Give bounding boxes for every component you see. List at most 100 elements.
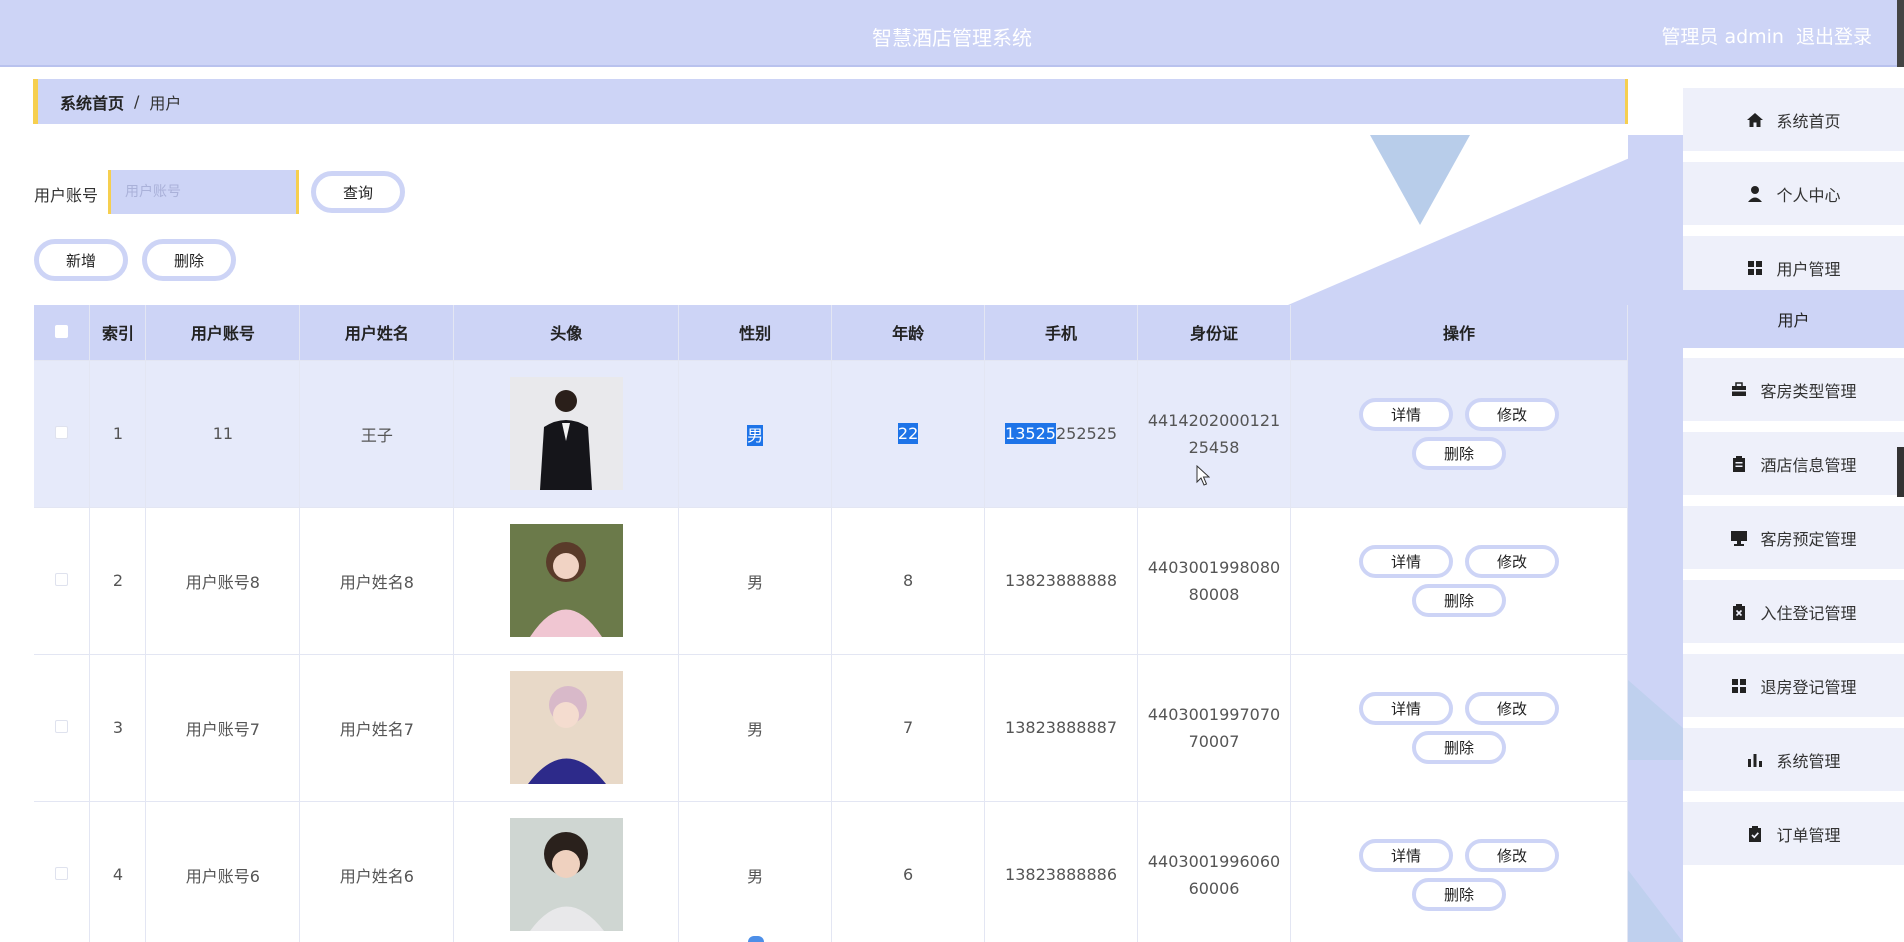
- account-cell: 用户账号7: [145, 654, 301, 802]
- sidebar-item-label: 客房预定管理: [1760, 529, 1857, 549]
- sidebar-item-checkout[interactable]: 退房登记管理: [1683, 654, 1904, 717]
- delete-row-button[interactable]: 删除: [1412, 436, 1506, 470]
- delete-button[interactable]: 删除: [142, 239, 236, 281]
- gender-cell: 男: [678, 507, 833, 655]
- table-row: 1 11 王子 男 22 13525252525 441420200012125…: [34, 360, 1628, 508]
- search-label: 用户账号: [34, 186, 99, 205]
- query-button[interactable]: 查询: [311, 171, 405, 213]
- column-header: 手机: [984, 305, 1139, 361]
- scrollbar[interactable]: [1897, 0, 1904, 67]
- search-input[interactable]: [108, 170, 299, 214]
- row-checkbox[interactable]: [55, 573, 69, 586]
- delete-row-button[interactable]: 删除: [1412, 730, 1506, 764]
- avatar-cell: [453, 654, 680, 802]
- row-checkbox-cell[interactable]: [34, 801, 91, 942]
- decorative-triangle: [1288, 135, 1683, 305]
- name-cell: 用户姓名6: [299, 801, 455, 942]
- add-button[interactable]: 新增: [34, 239, 128, 281]
- phone-cell: 13823888887: [984, 654, 1139, 802]
- account-cell: 用户账号6: [145, 801, 301, 942]
- row-checkbox[interactable]: [55, 426, 69, 439]
- delete-row-button[interactable]: 删除: [1412, 583, 1506, 617]
- sidebar-item-home[interactable]: 系统首页: [1683, 88, 1904, 151]
- header-user-area: 管理员 admin 退出登录: [1661, 22, 1872, 49]
- sidebar-item-room-booking[interactable]: 客房预定管理: [1683, 506, 1904, 569]
- idcard-cell: 441420200012125458: [1137, 360, 1292, 508]
- monitor-icon: [1731, 530, 1748, 546]
- idcard-value: 440300199808080008: [1147, 557, 1281, 604]
- sidebar-item-label: 订单管理: [1776, 825, 1841, 845]
- edit-button[interactable]: 修改: [1465, 544, 1559, 578]
- avatar-cell: [453, 801, 680, 942]
- row-checkbox-cell[interactable]: [34, 654, 91, 802]
- top-header: 智慧酒店管理系统 管理员 admin 退出登录: [0, 0, 1904, 67]
- sidebar-item-checkin[interactable]: 入住登记管理: [1683, 580, 1904, 643]
- account-cell: 11: [145, 360, 301, 508]
- detail-button[interactable]: 详情: [1359, 544, 1453, 578]
- account-cell: 用户账号8: [145, 507, 301, 655]
- column-header: 操作: [1290, 305, 1628, 361]
- edit-button[interactable]: 修改: [1465, 691, 1559, 725]
- bar-chart-icon: [1748, 753, 1763, 767]
- user-icon: [1748, 185, 1763, 202]
- name-cell: 王子: [299, 360, 455, 508]
- idcard-value: 440300199606060006: [1147, 851, 1281, 898]
- admin-label: 管理员 admin: [1661, 26, 1784, 48]
- idcard-value: 441420200012125458: [1147, 410, 1281, 457]
- avatar: [509, 524, 623, 637]
- scrollbar-thumb[interactable]: [1897, 447, 1904, 497]
- idcard-cell: 440300199606060006: [1137, 801, 1292, 942]
- detail-button[interactable]: 详情: [1359, 838, 1453, 872]
- avatar-cell: [453, 507, 680, 655]
- operations-cell: 详情 修改 删除: [1290, 507, 1628, 655]
- row-checkbox[interactable]: [55, 867, 69, 880]
- sidebar-item-label: 酒店信息管理: [1760, 455, 1857, 475]
- sidebar-item-label: 用户管理: [1776, 259, 1841, 279]
- sidebar-item-hotel-info[interactable]: 酒店信息管理: [1683, 432, 1904, 495]
- gender-value: 男: [747, 424, 764, 446]
- idcard-cell: 440300199808080008: [1137, 507, 1292, 655]
- name-cell: 用户姓名8: [299, 507, 455, 655]
- avatar: [509, 671, 623, 784]
- edit-button[interactable]: 修改: [1465, 838, 1559, 872]
- logout-link[interactable]: 退出登录: [1796, 22, 1872, 49]
- row-checkbox-cell[interactable]: [34, 360, 91, 508]
- sidebar-item-orders[interactable]: 订单管理: [1683, 802, 1904, 865]
- sidebar-item-system[interactable]: 系统管理: [1683, 728, 1904, 791]
- phone-rest: 252525: [1055, 424, 1118, 443]
- briefcase-icon: [1732, 381, 1747, 396]
- select-all-cell[interactable]: [34, 305, 91, 361]
- gender-cell: 男: [678, 360, 833, 508]
- home-icon: [1747, 112, 1764, 127]
- detail-button[interactable]: 详情: [1359, 397, 1453, 431]
- row-checkbox[interactable]: [55, 720, 69, 733]
- delete-row-button[interactable]: 删除: [1412, 877, 1506, 911]
- table-row: 3 用户账号7 用户姓名7 男 7 13823888887 4403001997…: [34, 654, 1628, 802]
- row-checkbox-cell[interactable]: [34, 507, 91, 655]
- sidebar-item-label: 入住登记管理: [1760, 603, 1857, 623]
- age-cell: 8: [831, 507, 986, 655]
- sidebar-subitem-users[interactable]: 用户: [1683, 290, 1904, 348]
- breadcrumb-home[interactable]: 系统首页: [60, 90, 124, 114]
- edit-button[interactable]: 修改: [1465, 397, 1559, 431]
- table-header-row: 索引 用户账号 用户姓名 头像 性别 年龄 手机 身份证 操作: [34, 305, 1628, 361]
- name-cell: 用户姓名7: [299, 654, 455, 802]
- column-header: 索引: [89, 305, 147, 361]
- detail-button[interactable]: 详情: [1359, 691, 1453, 725]
- sidebar-item-label: 客房类型管理: [1760, 381, 1857, 401]
- column-header: 用户姓名: [299, 305, 455, 361]
- gender-cell: 男: [678, 654, 833, 802]
- clipboard-check-icon: [1749, 825, 1762, 842]
- select-all-checkbox[interactable]: [55, 324, 69, 338]
- sidebar-item-profile[interactable]: 个人中心: [1683, 162, 1904, 225]
- column-header: 性别: [678, 305, 833, 361]
- column-header: 头像: [453, 305, 680, 361]
- breadcrumb: 系统首页 / 用户: [33, 79, 1628, 124]
- operations-cell: 详情 修改 删除: [1290, 801, 1628, 942]
- idcard-value: 440300199707070007: [1147, 704, 1281, 751]
- index-cell: 1: [89, 360, 147, 508]
- idcard-cell: 440300199707070007: [1137, 654, 1292, 802]
- phone-cell: 13823888886: [984, 801, 1139, 942]
- sidebar-item-room-types[interactable]: 客房类型管理: [1683, 358, 1904, 421]
- sidebar-item-label: 系统首页: [1776, 111, 1841, 131]
